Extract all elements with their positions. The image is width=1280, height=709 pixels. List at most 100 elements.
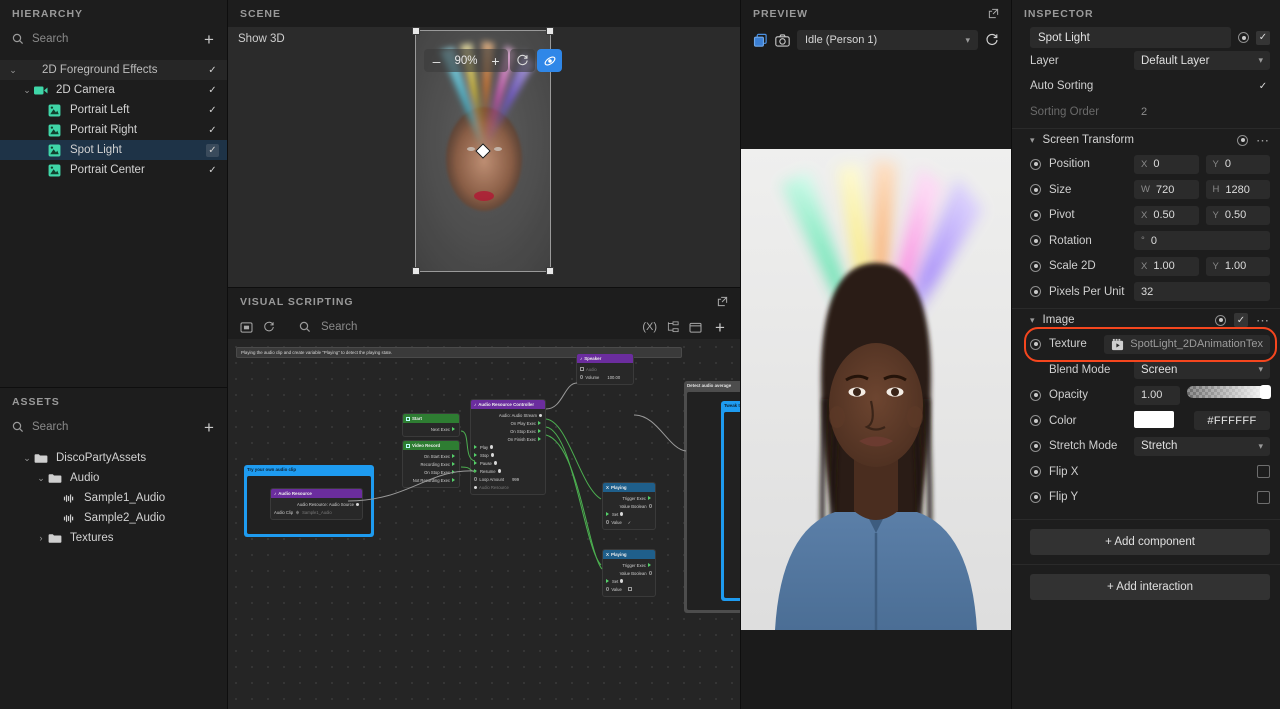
- add-node-button[interactable]: +: [712, 319, 728, 336]
- preview-refresh-button[interactable]: [985, 33, 999, 47]
- preview-expand-button[interactable]: [988, 8, 1011, 19]
- node-audio-resource[interactable]: ♪ Audio Resource Audio Resource: Audio S…: [270, 488, 363, 520]
- node-output-port[interactable]: Trigger Exec: [606, 561, 652, 569]
- node-video-record[interactable]: Video Record On Start Exec Recording Exe…: [402, 440, 460, 488]
- position-x-field[interactable]: X0: [1134, 154, 1199, 174]
- color-swatch[interactable]: [1134, 411, 1174, 429]
- target-icon[interactable]: [1215, 314, 1226, 326]
- node-output-port[interactable]: Not Recording Exec: [406, 476, 456, 484]
- screen-transform-header[interactable]: ▾ Screen Transform ⋯: [1012, 127, 1280, 152]
- port-exec[interactable]: [452, 427, 456, 431]
- chevron-down-icon[interactable]: ▾: [1030, 315, 1035, 326]
- opacity-slider[interactable]: [1187, 384, 1271, 399]
- size-width-field[interactable]: W 720: [1134, 180, 1199, 200]
- node-hierarchy-icon[interactable]: [667, 321, 679, 333]
- resize-handle-tl[interactable]: [412, 27, 420, 35]
- chevron-down-icon[interactable]: ⌄: [20, 453, 34, 464]
- node-input-port[interactable]: Stop: [474, 451, 542, 459]
- node-output-port[interactable]: Audio: Audio Stream: [474, 411, 542, 419]
- keyframe-icon[interactable]: [1030, 466, 1041, 478]
- assets-search-input[interactable]: Search: [32, 421, 193, 433]
- node-field[interactable]: Loop Amount 999: [474, 475, 542, 483]
- node-group-try-audio[interactable]: Try your own audio clip ♪ Audio Resource…: [244, 465, 374, 537]
- visibility-checkbox[interactable]: ✓: [206, 143, 219, 157]
- node-audio-resource-controller[interactable]: ♪ Audio Resource Controller Audio: Audio…: [470, 399, 546, 495]
- node-field[interactable]: Value: [606, 585, 652, 593]
- node-field[interactable]: Audio Resource: [474, 483, 542, 491]
- resize-handle-tr[interactable]: [546, 27, 554, 35]
- tree-item-sample1-audio[interactable]: Sample1_Audio: [0, 488, 227, 508]
- frame-icon[interactable]: [240, 321, 253, 333]
- node-input-port[interactable]: Set: [606, 510, 652, 518]
- keyframe-icon[interactable]: [1030, 491, 1041, 503]
- preview-state-select[interactable]: Idle (Person 1) ▾: [797, 30, 978, 50]
- node-input-port[interactable]: Resume: [474, 467, 542, 475]
- layers-icon[interactable]: [753, 33, 768, 48]
- node-input-port[interactable]: Audio: [580, 365, 630, 373]
- keyframe-icon[interactable]: [1030, 260, 1041, 272]
- node-field[interactable]: Volume 100.00: [580, 373, 630, 381]
- assets-search-row[interactable]: Search +: [0, 415, 227, 439]
- tree-item-textures[interactable]: › Textures: [0, 528, 227, 548]
- image-section-header[interactable]: ▾ Image ✓ ⋯: [1012, 307, 1280, 332]
- visibility-checkbox[interactable]: ✓: [206, 64, 219, 77]
- visibility-checkbox[interactable]: ✓: [206, 84, 219, 97]
- scale2d-y-field[interactable]: Y 1.00: [1205, 256, 1270, 276]
- scene-viewport[interactable]: Show 3D – 90% +: [228, 27, 740, 287]
- node-field[interactable]: Value ✓: [606, 518, 652, 526]
- hierarchy-search-input[interactable]: Search: [32, 33, 193, 45]
- pivot-x-field[interactable]: X 0.50: [1134, 205, 1199, 225]
- resize-handle-bl[interactable]: [412, 267, 420, 275]
- pixels-per-unit-field[interactable]: 32: [1134, 282, 1270, 302]
- tree-item-portrait-right[interactable]: Portrait Right ✓: [0, 120, 227, 140]
- node-group-tweak[interactable]: Tweak the "P: [721, 401, 740, 601]
- node-output-port[interactable]: Trigger Exec: [606, 494, 652, 502]
- tree-item-2d-foreground-effects[interactable]: ⌄ 2D Foreground Effects ✓: [0, 60, 227, 80]
- camera-icon[interactable]: [775, 33, 790, 47]
- blend-mode-select[interactable]: Screen ▾: [1134, 360, 1270, 380]
- node-output-port[interactable]: Value Boolean: [606, 502, 652, 510]
- keyframe-icon[interactable]: [1030, 415, 1041, 427]
- zoom-out-button[interactable]: –: [424, 49, 449, 72]
- keyframe-icon[interactable]: [1030, 235, 1041, 247]
- object-name-field[interactable]: Spot Light: [1030, 27, 1231, 48]
- node-field[interactable]: Audio Clip Sample1_Audio: [274, 508, 359, 516]
- node-playing-true[interactable]: X Playing Trigger Exec Value Boolean Set…: [602, 482, 656, 530]
- keyframe-icon[interactable]: [1030, 184, 1041, 196]
- keyframe-icon[interactable]: [1030, 440, 1041, 452]
- target-icon[interactable]: [1238, 32, 1249, 43]
- node-output-port[interactable]: Value Boolean: [606, 569, 652, 577]
- visibility-checkbox[interactable]: ✓: [206, 104, 219, 117]
- opacity-slider-knob[interactable]: [1260, 384, 1271, 399]
- node-group-detect-audio[interactable]: Detect audio average Tweak the "P: [684, 381, 740, 613]
- keyframe-icon[interactable]: [1030, 286, 1041, 298]
- tree-item-discopartyassets[interactable]: ⌄ DiscoPartyAssets: [0, 448, 227, 468]
- refresh-icon[interactable]: [263, 321, 275, 333]
- graph-search-input[interactable]: Search: [321, 321, 357, 333]
- node-output-port[interactable]: On Play Exec: [474, 419, 542, 427]
- more-options-icon[interactable]: ⋯: [1256, 314, 1270, 327]
- opacity-field[interactable]: 1.00: [1134, 385, 1180, 405]
- keyframe-icon[interactable]: [1030, 158, 1041, 170]
- target-icon[interactable]: [1237, 134, 1248, 146]
- add-component-button[interactable]: + Add component: [1030, 529, 1270, 555]
- node-output-port[interactable]: On Stop Exec: [474, 427, 542, 435]
- flip-y-checkbox[interactable]: [1257, 490, 1270, 504]
- pivot-y-field[interactable]: Y 0.50: [1205, 205, 1270, 225]
- node-input-port[interactable]: Pause: [474, 459, 542, 467]
- checkbox-checked-icon[interactable]: ✓: [628, 520, 632, 525]
- hierarchy-search-row[interactable]: Search +: [0, 27, 227, 51]
- port-dot[interactable]: [356, 502, 359, 506]
- zoom-in-button[interactable]: +: [483, 49, 508, 72]
- tree-item-sample2-audio[interactable]: Sample2_Audio: [0, 508, 227, 528]
- node-output-port[interactable]: Recording Exec: [406, 460, 456, 468]
- node-input-port[interactable]: Play: [474, 443, 542, 451]
- position-y-field[interactable]: Y0: [1205, 154, 1270, 174]
- variables-button[interactable]: (X): [642, 321, 657, 333]
- node-start[interactable]: Start Next Exec: [402, 413, 460, 437]
- chevron-down-icon[interactable]: ⌄: [6, 65, 20, 76]
- rotation-field[interactable]: ° 0: [1134, 231, 1270, 251]
- node-output-port[interactable]: Next Exec: [406, 425, 456, 433]
- tree-item-audio[interactable]: ⌄ Audio: [0, 468, 227, 488]
- node-graph-canvas[interactable]: Playing the audio clip and create variab…: [228, 339, 740, 709]
